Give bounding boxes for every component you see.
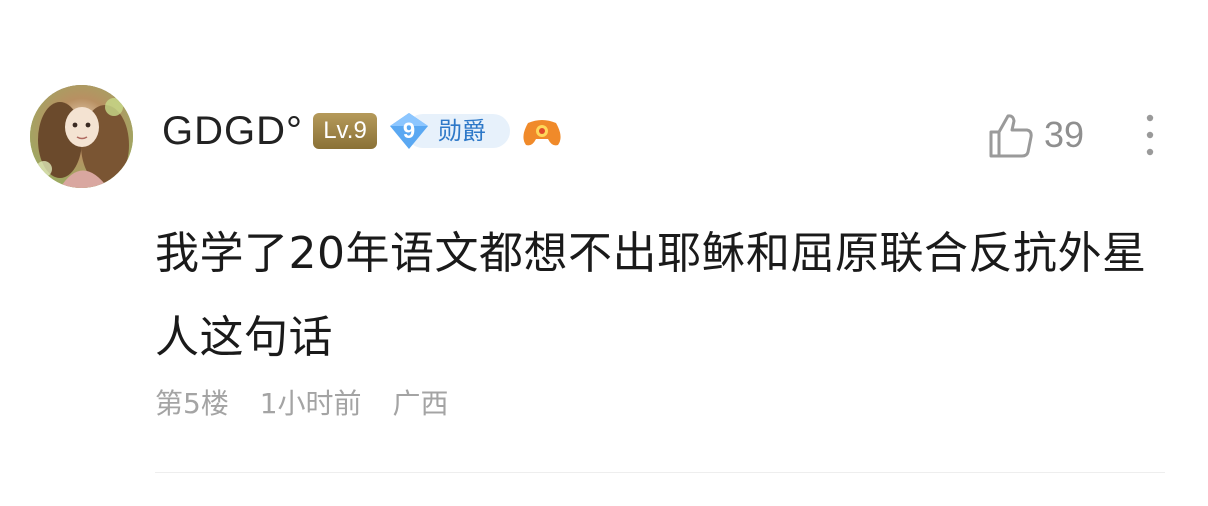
comment-text: 我学了20年语文都想不出耶稣和屈原联合反抗外星人这句话	[155, 228, 1147, 363]
like-button[interactable]: 39	[986, 110, 1096, 160]
comment-item: GDGD° Lv.9 9 勋爵 39 我学了20年语文都想不出耶稣和屈原联合反抗…	[0, 0, 1208, 506]
game-controller-icon	[523, 120, 561, 146]
honor-title: 勋爵	[438, 117, 486, 145]
post-time: 1小时前	[259, 387, 362, 420]
honor-number: 9	[402, 118, 416, 143]
divider	[155, 472, 1165, 473]
honor-badge[interactable]: 9 勋爵	[388, 112, 512, 150]
avatar[interactable]	[30, 85, 133, 188]
ip-location: 广西	[392, 387, 449, 420]
thumbs-up-icon	[989, 114, 1033, 158]
more-vertical-icon[interactable]	[1136, 110, 1164, 160]
level-badge: Lv.9	[313, 113, 377, 149]
comment-meta: 第5楼 1小时前 广西	[155, 384, 470, 424]
username[interactable]: GDGD°	[162, 106, 303, 156]
like-count: 39	[1044, 114, 1085, 155]
floor-number: 第5楼	[155, 387, 229, 420]
